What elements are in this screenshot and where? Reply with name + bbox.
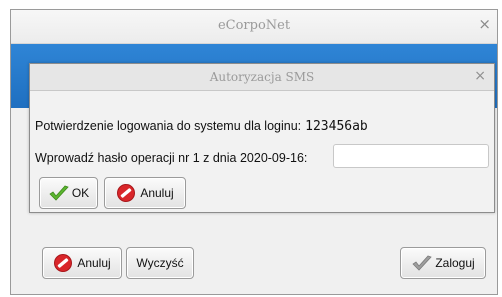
cancel-icon	[116, 183, 136, 203]
window-close-icon[interactable]: ×	[478, 16, 491, 32]
check-icon	[411, 253, 433, 273]
login-value: 123456ab	[305, 119, 368, 134]
dialog-close-icon[interactable]: ×	[474, 68, 486, 84]
dialog-title: Autoryzacja SMS	[209, 70, 315, 84]
check-icon	[48, 183, 69, 203]
window-titlebar: eCorpoNet ×	[11, 10, 497, 44]
sms-authorization-dialog: Autoryzacja SMS × Potwierdzenie logowani…	[29, 63, 495, 213]
login-label: Zaloguj	[435, 256, 475, 270]
cancel-icon	[53, 253, 73, 273]
dialog-cancel-label: Anuluj	[140, 186, 174, 200]
sms-code-input[interactable]	[333, 144, 489, 168]
window-title: eCorpoNet	[217, 18, 291, 33]
login-confirmation-row: Potwierdzenie logowania do systemu dla l…	[35, 119, 368, 134]
sms-code-prompt: Wprowadź hasło operacji nr 1 z dnia 2020…	[35, 151, 308, 165]
login-confirmation-text: Potwierdzenie logowania do systemu dla l…	[35, 119, 302, 133]
ok-label: OK	[71, 186, 90, 200]
clear-label: Wyczyść	[136, 256, 184, 270]
dialog-titlebar: Autoryzacja SMS ×	[30, 64, 494, 91]
form-cancel-button[interactable]: Anuluj	[42, 247, 122, 279]
login-button[interactable]: Zaloguj	[400, 247, 486, 279]
clear-button[interactable]: Wyczyść	[126, 247, 194, 279]
dialog-cancel-button[interactable]: Anuluj	[104, 177, 186, 209]
ok-button[interactable]: OK	[39, 177, 98, 209]
form-cancel-label: Anuluj	[77, 256, 111, 270]
